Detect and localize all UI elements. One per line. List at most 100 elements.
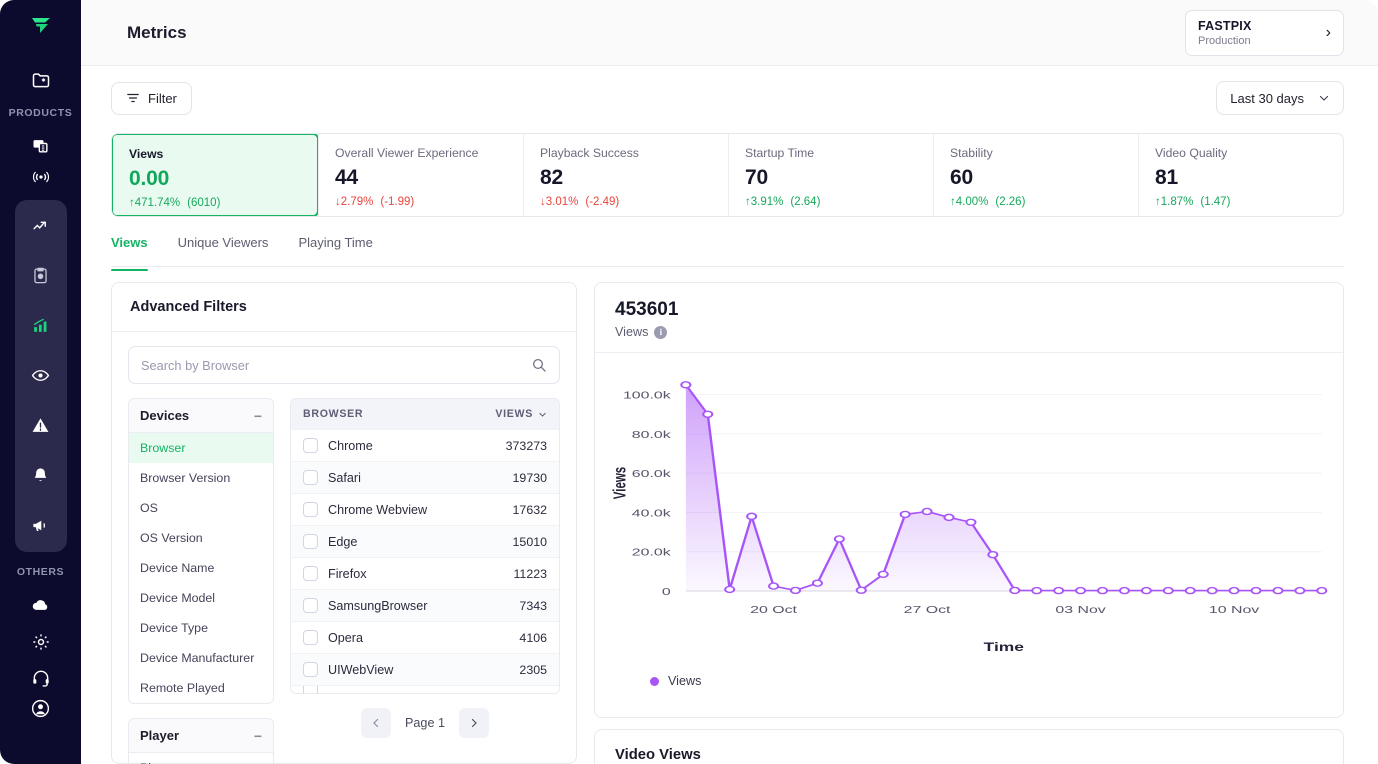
metric-delta-pct: ↑4.00% xyxy=(950,196,988,208)
sort-chevron-down-icon[interactable] xyxy=(538,410,547,419)
tab-views[interactable]: Views xyxy=(111,235,148,270)
tab-playing-time[interactable]: Playing Time xyxy=(298,235,372,270)
column-header-views[interactable]: VIEWS xyxy=(495,408,547,420)
sidebar-item-metrics[interactable] xyxy=(21,306,61,346)
row-browser-name: Safari xyxy=(328,471,361,485)
metric-card-startup-time[interactable]: Startup Time 70 ↑3.91% (2.64) xyxy=(728,134,933,216)
environment-selector[interactable]: FASTPIX Production › xyxy=(1185,10,1344,56)
table-row[interactable]: SamsungBrowser 7343 xyxy=(291,589,559,621)
search-icon[interactable] xyxy=(531,357,547,373)
environment-texts: FASTPIX Production xyxy=(1198,19,1252,47)
facet-item-device-name[interactable]: Device Name xyxy=(129,553,273,583)
info-icon[interactable]: i xyxy=(654,326,667,339)
sidebar-item-live-stream[interactable] xyxy=(21,161,61,192)
facet-item-os[interactable]: OS xyxy=(129,493,273,523)
app-logo[interactable] xyxy=(0,0,81,50)
filters-split: Devices − Browser Browser Version OS OS … xyxy=(128,398,560,764)
metric-delta-pct: ↓3.01% xyxy=(540,196,578,208)
svg-text:20 Oct: 20 Oct xyxy=(750,604,797,616)
collapse-icon[interactable]: − xyxy=(254,729,262,743)
table-row-partial[interactable] xyxy=(291,685,559,693)
sidebar-item-notifications[interactable] xyxy=(21,456,61,496)
metric-card-overall-viewer-experience[interactable]: Overall Viewer Experience 44 ↓2.79% (-1.… xyxy=(318,134,523,216)
sidebar-item-alerts[interactable] xyxy=(21,406,61,446)
browser-search[interactable] xyxy=(128,346,560,384)
table-row[interactable]: Opera 4106 xyxy=(291,621,559,653)
browser-table-column: BROWSER VIEWS xyxy=(290,398,560,764)
row-checkbox[interactable] xyxy=(303,470,318,485)
facet-item-device-type[interactable]: Device Type xyxy=(129,613,273,643)
row-checkbox[interactable] xyxy=(303,630,318,645)
facet-group-title: Devices xyxy=(140,408,189,423)
next-page-button[interactable] xyxy=(459,708,489,738)
sidebar-item-account[interactable] xyxy=(21,693,61,724)
table-row[interactable]: Chrome Webview 17632 xyxy=(291,493,559,525)
table-row[interactable]: Firefox 11223 xyxy=(291,557,559,589)
row-views-value: 2305 xyxy=(519,663,547,677)
row-browser-name: Chrome xyxy=(328,439,373,453)
environment-name: FASTPIX xyxy=(1198,19,1252,33)
charts-column: 453601 Views i 020.0k40.0k60.0k80.0k100.… xyxy=(594,282,1344,764)
sidebar-item-announcements[interactable] xyxy=(21,506,61,546)
row-checkbox[interactable] xyxy=(303,502,318,517)
sidebar-item-new-project[interactable] xyxy=(21,64,61,95)
sidebar-item-video-on-demand[interactable] xyxy=(21,131,61,162)
facet-item-device-manufacturer[interactable]: Device Manufacturer xyxy=(129,643,273,673)
row-checkbox[interactable] xyxy=(303,566,318,581)
advanced-filters-panel: Advanced Filters xyxy=(111,282,577,764)
facet-item-browser-version[interactable]: Browser Version xyxy=(129,463,273,493)
sidebar-item-storage[interactable] xyxy=(21,590,61,621)
sidebar-item-settings[interactable] xyxy=(21,626,61,657)
search-input[interactable] xyxy=(141,358,531,373)
browser-table-rows: Chrome 373273 Safari 19730 xyxy=(291,429,559,693)
sidebar-item-trends[interactable] xyxy=(21,206,61,246)
facet-item-os-version[interactable]: OS Version xyxy=(129,523,273,553)
table-row[interactable]: Safari 19730 xyxy=(291,461,559,493)
sidebar-item-support[interactable] xyxy=(21,663,61,694)
metric-card-video-quality[interactable]: Video Quality 81 ↑1.87% (1.47) xyxy=(1138,134,1343,216)
pagination: Page 1 xyxy=(290,694,560,738)
facet-item-player[interactable]: Player xyxy=(129,753,273,764)
svg-text:100.0k: 100.0k xyxy=(623,389,671,401)
facet-item-device-model[interactable]: Device Model xyxy=(129,583,273,613)
metric-delta-abs: (-1.99) xyxy=(380,196,414,208)
collapse-icon[interactable]: − xyxy=(254,409,262,423)
prev-page-button[interactable] xyxy=(361,708,391,738)
filter-button-label: Filter xyxy=(148,91,177,106)
svg-text:Views: Views xyxy=(611,467,630,499)
date-range-selector[interactable]: Last 30 days xyxy=(1216,81,1344,115)
metric-card-stability[interactable]: Stability 60 ↑4.00% (2.26) xyxy=(933,134,1138,216)
views-total: 453601 xyxy=(615,299,1323,321)
table-row[interactable]: UIWebView 2305 xyxy=(291,653,559,685)
tab-unique-viewers[interactable]: Unique Viewers xyxy=(178,235,269,270)
metric-delta: ↑4.00% (2.26) xyxy=(950,196,1122,208)
row-checkbox[interactable] xyxy=(303,598,318,613)
views-area-chart[interactable]: 020.0k40.0k60.0k80.0k100.0k20 Oct27 Oct0… xyxy=(595,359,1343,669)
table-row[interactable]: Chrome 373273 xyxy=(291,429,559,461)
metric-delta-pct: ↑3.91% xyxy=(745,196,783,208)
row-browser-name: Firefox xyxy=(328,567,367,581)
row-checkbox[interactable] xyxy=(303,534,318,549)
facet-group-player-header[interactable]: Player − xyxy=(129,719,273,753)
facet-item-browser[interactable]: Browser xyxy=(129,433,273,463)
filter-button[interactable]: Filter xyxy=(111,82,192,115)
table-row[interactable]: Edge 15010 xyxy=(291,525,559,557)
sidebar-item-views[interactable] xyxy=(21,356,61,396)
facet-item-remote-played[interactable]: Remote Played xyxy=(129,673,273,703)
views-eye-icon xyxy=(31,366,50,385)
metric-card-playback-success[interactable]: Playback Success 82 ↓3.01% (-2.49) xyxy=(523,134,728,216)
row-checkbox[interactable] xyxy=(303,662,318,677)
sidebar-item-media[interactable] xyxy=(21,256,61,296)
facet-group-devices-header[interactable]: Devices − xyxy=(129,399,273,433)
legend-color-dot xyxy=(650,677,659,686)
metric-label: Overall Viewer Experience xyxy=(335,146,507,161)
metric-card-views[interactable]: Views 0.00 ↑471.74% (6010) xyxy=(111,133,319,217)
row-views-value: 19730 xyxy=(513,471,547,485)
metric-label: Startup Time xyxy=(745,146,917,161)
row-checkbox[interactable] xyxy=(303,685,318,693)
advanced-filters-body: Devices − Browser Browser Version OS OS … xyxy=(112,332,576,764)
svg-text:10 Nov: 10 Nov xyxy=(1209,604,1260,616)
announcements-megaphone-icon xyxy=(31,516,50,535)
toolbar: Filter Last 30 days xyxy=(81,66,1378,115)
row-checkbox[interactable] xyxy=(303,438,318,453)
